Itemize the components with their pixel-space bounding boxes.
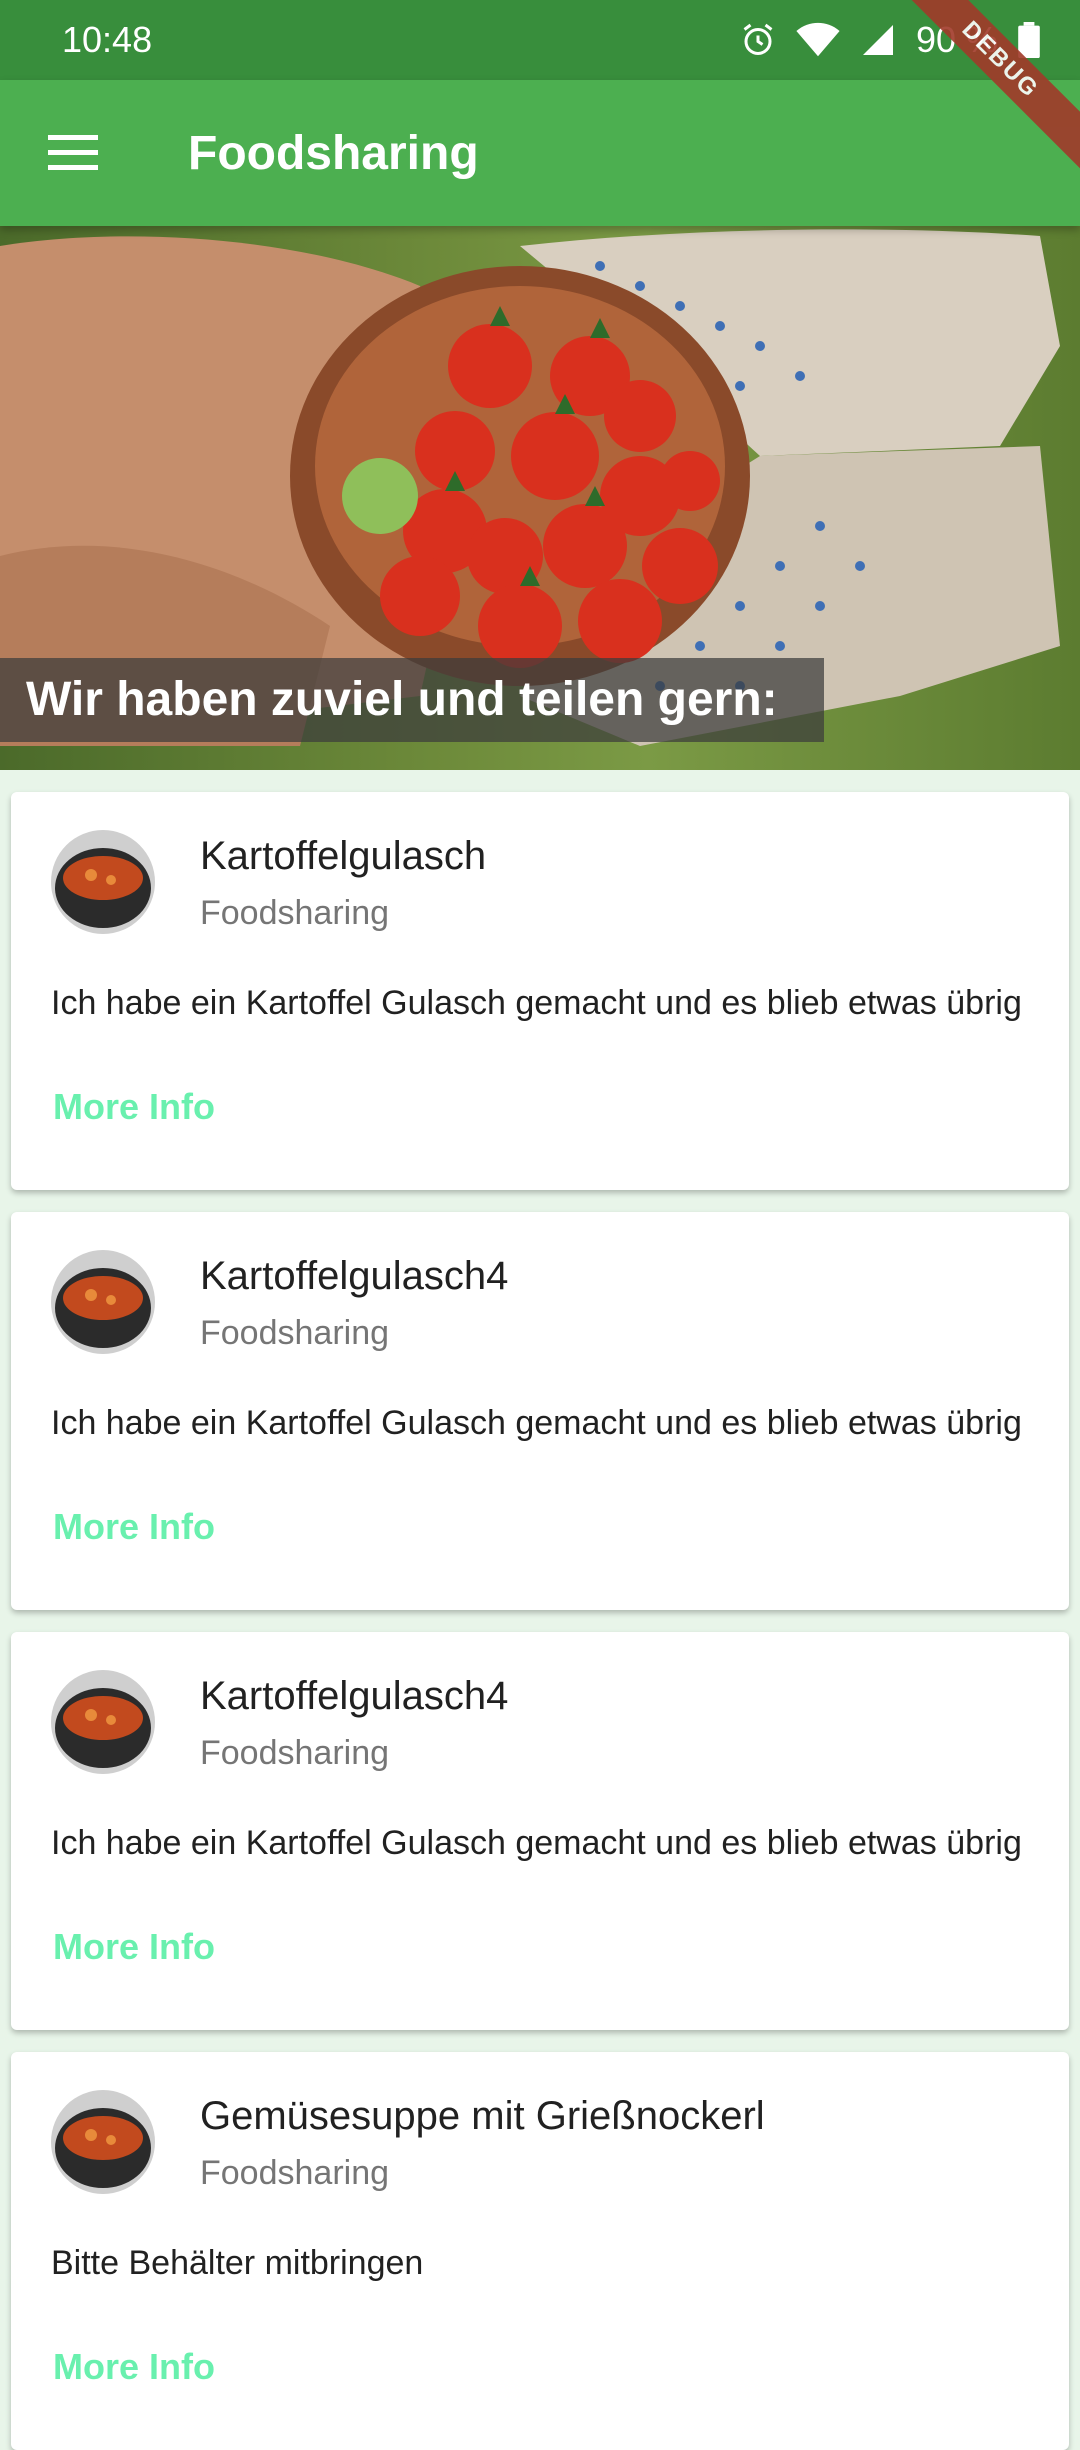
app-title: Foodsharing: [188, 126, 479, 180]
menu-button[interactable]: [0, 80, 146, 226]
hero-image: Wir haben zuviel und teilen gern:: [0, 226, 1080, 770]
status-bar: 10:48 90 %: [0, 0, 1080, 80]
food-avatar: [51, 2090, 155, 2194]
card-title: Kartoffelgulasch4: [200, 1254, 509, 1298]
food-avatar: [51, 1250, 155, 1354]
alarm-icon: [743, 23, 773, 55]
card-description: Ich habe ein Kartoffel Gulasch gemacht u…: [51, 984, 1022, 1022]
card-subtitle: Foodsharing: [200, 1314, 390, 1352]
wifi-icon: [796, 22, 840, 57]
card-title: Gemüsesuppe mit Grießnockerl: [200, 2094, 765, 2138]
card-description: Ich habe ein Kartoffel Gulasch gemacht u…: [51, 1824, 1022, 1862]
more-info-button[interactable]: More Info: [53, 1926, 215, 1968]
food-card: Kartoffelgulasch4 Foodsharing Ich habe e…: [11, 1632, 1069, 2030]
app-bar: Foodsharing: [0, 80, 1080, 226]
soup-pot-icon: [51, 830, 155, 934]
signal-icon: [862, 25, 893, 55]
card-title: Kartoffelgulasch: [200, 834, 487, 878]
more-info-button[interactable]: More Info: [53, 1506, 215, 1548]
soup-pot-icon: [51, 1250, 155, 1354]
more-info-button[interactable]: More Info: [53, 1086, 215, 1128]
food-card: Kartoffelgulasch Foodsharing Ich habe ei…: [11, 792, 1069, 1190]
food-avatar: [51, 1670, 155, 1774]
status-time: 10:48: [62, 19, 153, 60]
more-info-button[interactable]: More Info: [53, 2346, 215, 2388]
soup-pot-icon: [51, 1670, 155, 1774]
card-description: Ich habe ein Kartoffel Gulasch gemacht u…: [51, 1404, 1022, 1442]
soup-pot-icon: [51, 2090, 155, 2194]
card-description: Bitte Behälter mitbringen: [51, 2244, 424, 2282]
food-card: Gemüsesuppe mit Grießnockerl Foodsharing…: [11, 2052, 1069, 2450]
card-subtitle: Foodsharing: [200, 894, 390, 932]
hamburger-icon: [48, 135, 98, 170]
food-avatar: [51, 830, 155, 934]
food-card: Kartoffelgulasch4 Foodsharing Ich habe e…: [11, 1212, 1069, 1610]
hero-caption: Wir haben zuviel und teilen gern:: [0, 658, 824, 742]
card-title: Kartoffelgulasch4: [200, 1674, 509, 1718]
card-subtitle: Foodsharing: [200, 1734, 390, 1772]
card-subtitle: Foodsharing: [200, 2154, 390, 2192]
